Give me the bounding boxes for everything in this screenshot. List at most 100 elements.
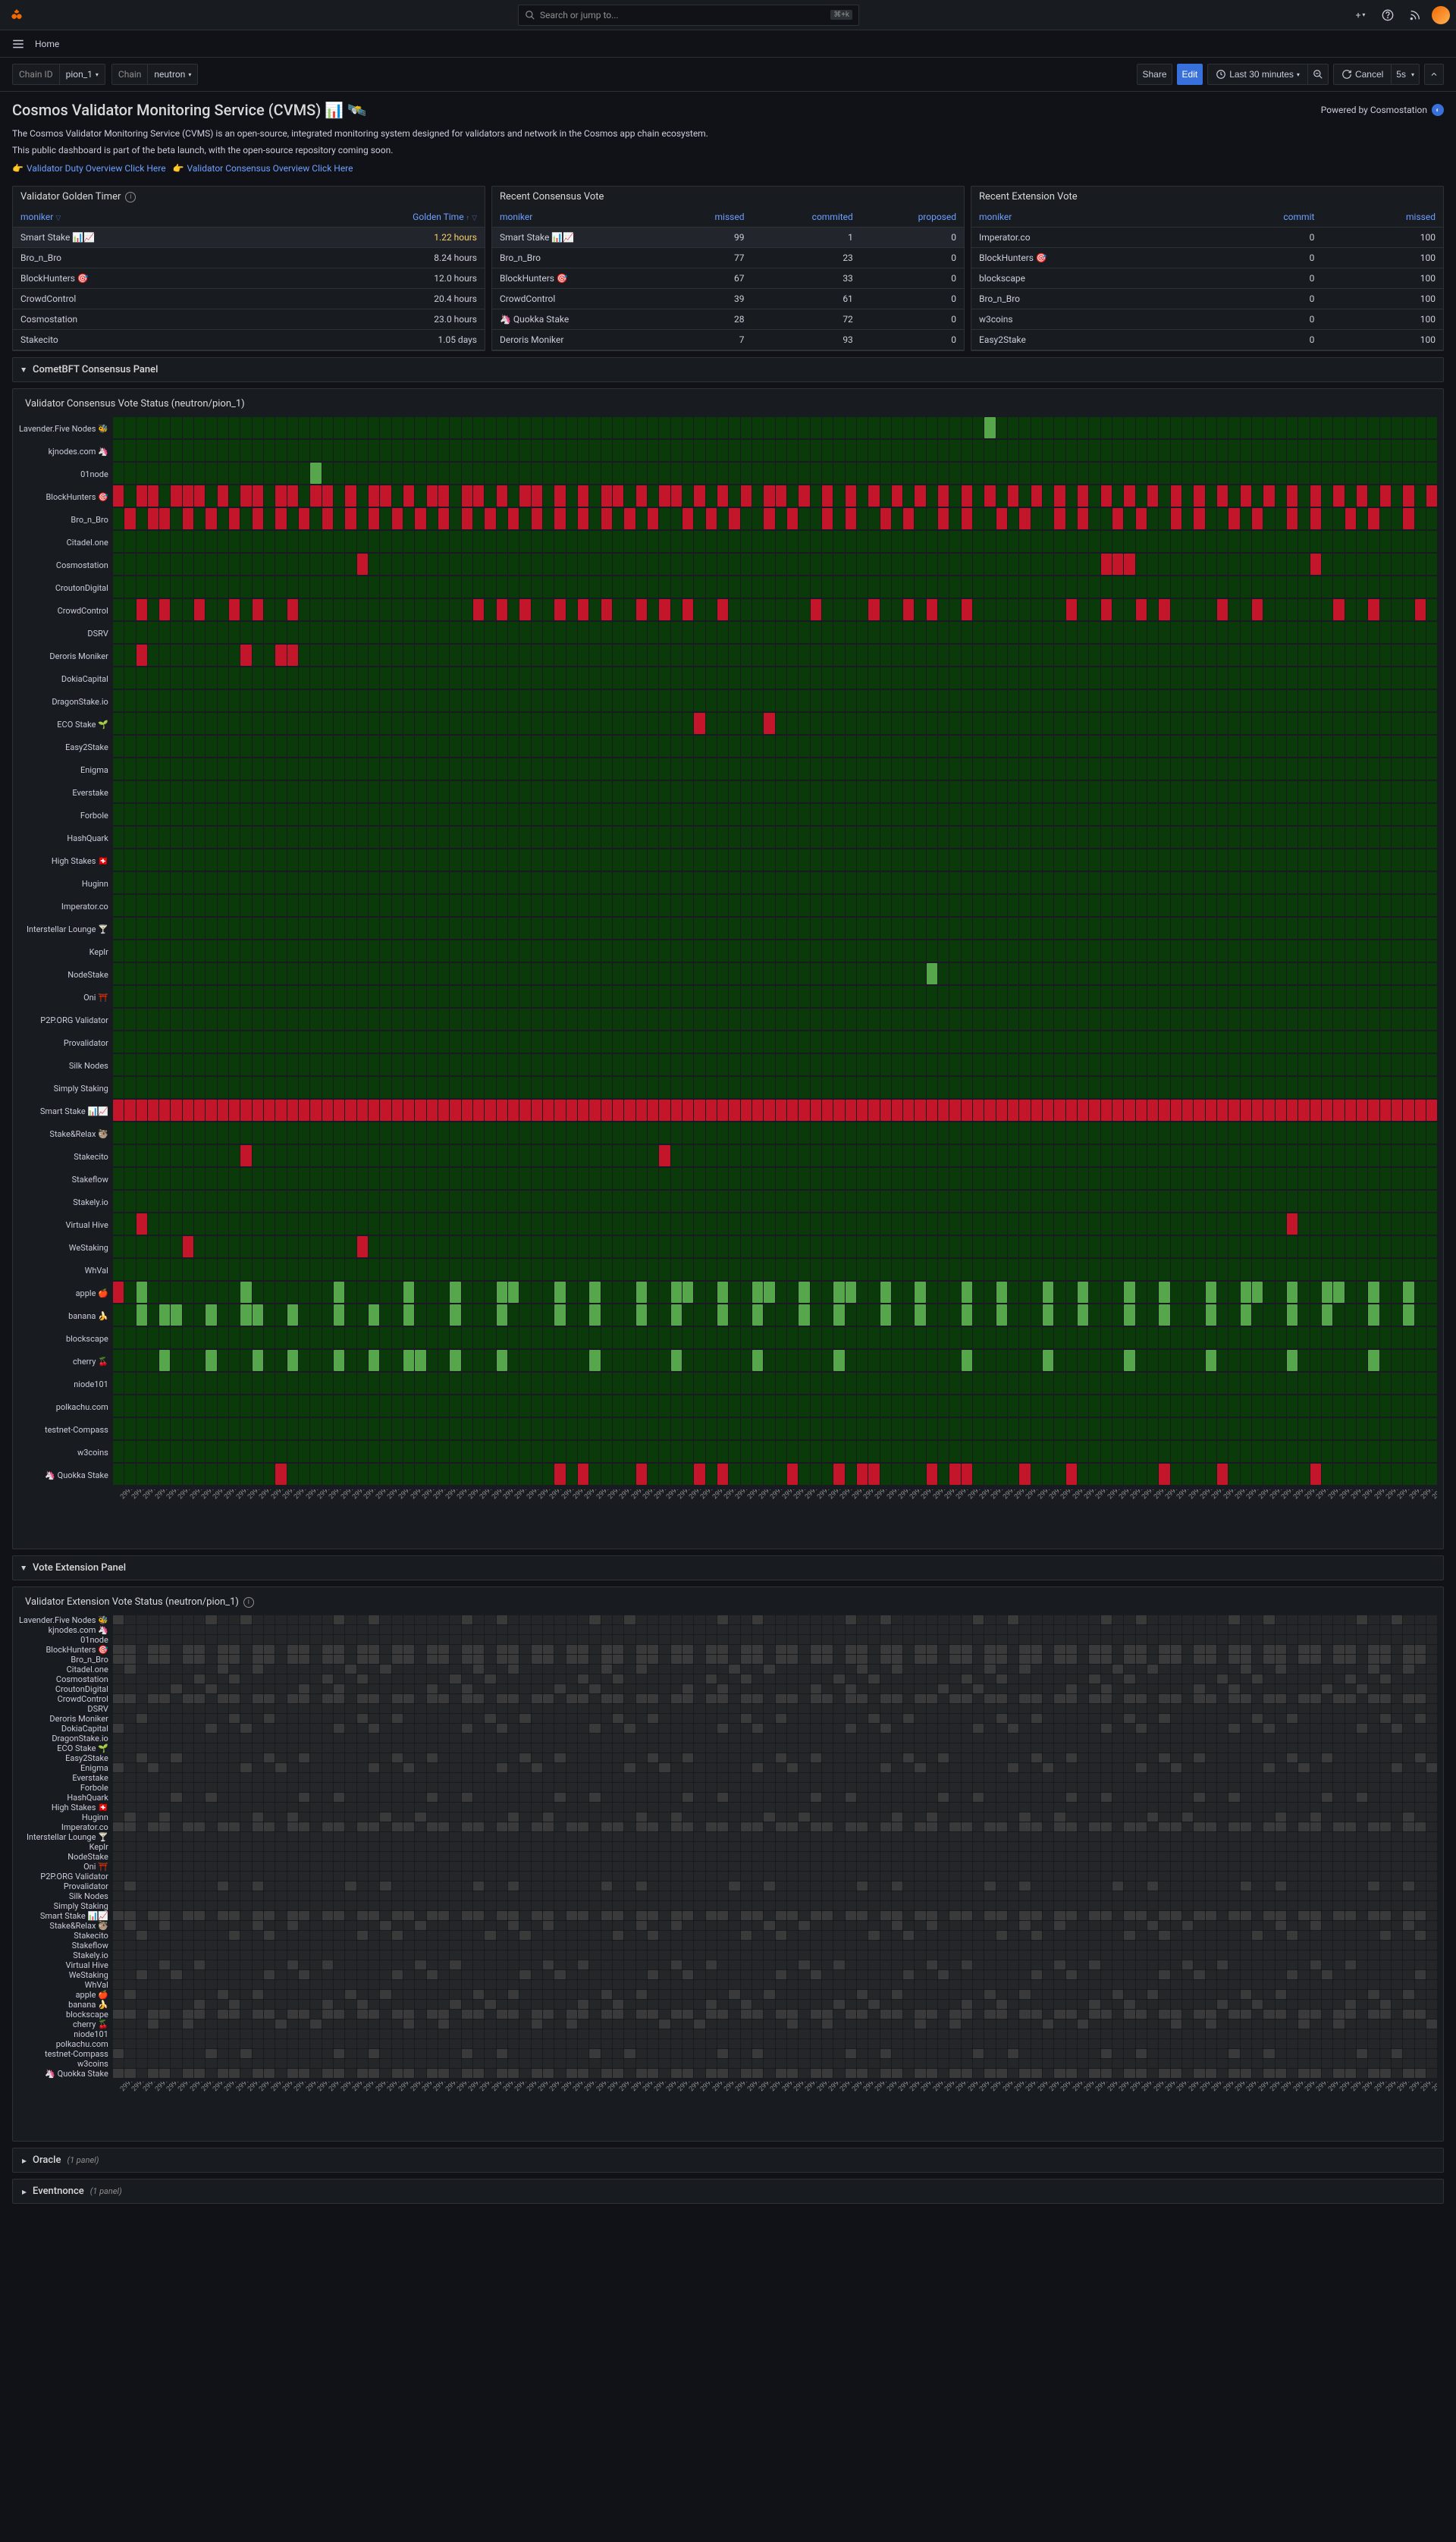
cosmostation-logo-icon: ◐ [1432, 104, 1444, 116]
heatmap-ylabel: P2P.ORG Validator [19, 1009, 113, 1031]
table-row[interactable]: Imperator.co0100 [971, 228, 1443, 248]
heatmap-ylabel: polkachu.com [19, 1395, 113, 1418]
heatmap-ylabel: Bro_n_Bro [19, 508, 113, 531]
heatmap-ylabel: High Stakes 🇨🇭 [19, 1803, 113, 1812]
table-row[interactable]: CrowdControl20.4 hours [13, 289, 485, 309]
table-row[interactable]: Bro_n_Bro0100 [971, 289, 1443, 309]
table-row[interactable]: Easy2Stake0100 [971, 330, 1443, 350]
table-row[interactable]: blockscape0100 [971, 268, 1443, 289]
search-input[interactable]: Search or jump to... ⌘+k [518, 5, 859, 26]
news-icon[interactable] [1404, 5, 1426, 26]
section-eventnonce[interactable]: ▸ Eventnonce (1 panel) [12, 2179, 1444, 2204]
heatmap-ylabel: 🦄 Quokka Stake [19, 1464, 113, 1486]
heatmap-ylabel: BlockHunters 🎯 [19, 485, 113, 508]
table-row[interactable]: Smart Stake 📊📈1.22 hours [13, 228, 485, 248]
heatmap-ylabel: NodeStake [19, 963, 113, 986]
panel-extension-vote: Recent Extension Vote moniker commit mis… [971, 186, 1444, 351]
panel-title: Recent Consensus Vote [500, 191, 604, 202]
section-vote-extension[interactable]: ▸ Vote Extension Panel [12, 1555, 1444, 1580]
heatmap-ylabel: apple 🍎 [19, 1282, 113, 1304]
heatmap-consensus: Validator Consensus Vote Status (neutron… [12, 388, 1444, 1549]
expand-button[interactable] [1424, 64, 1444, 85]
heatmap-ylabel: Provalidator [19, 1881, 113, 1891]
heatmap-ylabel: cherry 🍒 [19, 1350, 113, 1373]
table-row[interactable]: w3coins0100 [971, 309, 1443, 330]
zoom-out-button[interactable] [1307, 64, 1329, 85]
heatmap-ylabel: Smart Stake 📊📈 [19, 1911, 113, 1921]
top-nav: Search or jump to... ⌘+k +▾ [0, 0, 1456, 30]
heatmap-ylabel: P2P.ORG Validator [19, 1872, 113, 1881]
heatmap-ylabel: CroutonDigital [19, 576, 113, 599]
refresh-interval-button[interactable]: 5s▾ [1391, 64, 1420, 85]
table-row[interactable]: Bro_n_Bro77230 [492, 248, 964, 268]
table-row[interactable]: Bro_n_Bro8.24 hours [13, 248, 485, 268]
heatmap-ylabel: Virtual Hive [19, 1213, 113, 1236]
table-row[interactable]: Cosmostation23.0 hours [13, 309, 485, 330]
heatmap-ylabel: HashQuark [19, 827, 113, 849]
heatmap-ylabel: Stakeflow [19, 1941, 113, 1950]
heatmap-ylabel: DokiaCapital [19, 667, 113, 690]
var-chain-id[interactable]: Chain ID pion_1▾ [12, 64, 105, 85]
heatmap-ylabel: HashQuark [19, 1793, 113, 1803]
table-row[interactable]: 🦄 Quokka Stake28720 [492, 309, 964, 330]
chevron-right-icon: ▸ [22, 2155, 27, 2166]
add-button[interactable]: +▾ [1350, 5, 1371, 26]
heatmap-ylabel: Huginn [19, 1812, 113, 1822]
heatmap-ylabel: Enigma [19, 758, 113, 781]
golden-table: moniker▽ Golden Time↑▽ Smart Stake 📊📈1.2… [13, 207, 485, 350]
heatmap-ylabel: Oni ⛩️ [19, 986, 113, 1009]
avatar[interactable] [1432, 6, 1450, 24]
search-placeholder: Search or jump to... [540, 10, 619, 20]
heatmap-ylabel: Citadel.one [19, 531, 113, 554]
edit-button[interactable]: Edit [1177, 64, 1203, 85]
cancel-refresh-button[interactable]: Cancel [1333, 64, 1391, 85]
table-row[interactable]: BlockHunters 🎯12.0 hours [13, 268, 485, 289]
heatmap-ylabel: w3coins [19, 1441, 113, 1464]
heatmap-ylabel: WeStaking [19, 1970, 113, 1980]
section-cometbft[interactable]: ▸ CometBFT Consensus Panel [12, 357, 1444, 382]
consensus-table: moniker missed commited proposed Smart S… [492, 207, 964, 350]
search-kbd: ⌘+k [830, 10, 852, 20]
heatmap-ylabel: Stake&Relax 🦥 [19, 1921, 113, 1931]
timerange-button[interactable]: Last 30 minutes ▾ [1207, 64, 1307, 85]
heatmap-ylabel: Simply Staking [19, 1901, 113, 1911]
heatmap-ylabel: Provalidator [19, 1031, 113, 1054]
heatmap-ylabel: DokiaCapital [19, 1724, 113, 1734]
heatmap-ylabel: Stakely.io [19, 1191, 113, 1213]
heatmap-ylabel: CrowdControl [19, 599, 113, 622]
heatmap-ylabel: DSRV [19, 622, 113, 645]
heatmap-ylabel: 01node [19, 1635, 113, 1645]
heatmap-ylabel: Stakecito [19, 1931, 113, 1941]
menu-toggle-icon[interactable] [9, 35, 27, 53]
table-row[interactable]: BlockHunters 🎯0100 [971, 248, 1443, 268]
heatmap-ylabel: Forbole [19, 804, 113, 827]
share-button[interactable]: Share [1137, 64, 1172, 85]
heatmap-ylabel: DragonStake.io [19, 1734, 113, 1743]
link-consensus[interactable]: Validator Consensus Overview Click Here [187, 163, 353, 174]
table-row[interactable]: Deroris Moniker7930 [492, 330, 964, 350]
panel-title: Validator Golden Timer [20, 191, 121, 202]
heatmap-ylabel: Stake&Relax 🦥 [19, 1122, 113, 1145]
info-icon[interactable]: i [125, 192, 136, 202]
table-row[interactable]: Smart Stake 📊📈9910 [492, 228, 964, 248]
table-row[interactable]: Stakecito1.05 days [13, 330, 485, 350]
heatmap-ylabel: CrowdControl [19, 1694, 113, 1704]
table-row[interactable]: BlockHunters 🎯67330 [492, 268, 964, 289]
info-icon[interactable]: i [243, 1597, 254, 1608]
breadcrumb-home[interactable]: Home [35, 39, 59, 49]
panel-golden-timer: Validator Golden Timer i moniker▽ Golden … [12, 186, 485, 351]
var-chain[interactable]: Chain neutron▾ [111, 64, 198, 85]
heatmap-ylabel: kjnodes.com 🦄 [19, 1625, 113, 1635]
heatmap-ylabel: niode101 [19, 2029, 113, 2039]
table-row[interactable]: CrowdControl39610 [492, 289, 964, 309]
link-duty[interactable]: Validator Duty Overview Click Here [27, 163, 166, 174]
heatmap-ylabel: w3coins [19, 2059, 113, 2069]
extension-table: moniker commit missed Imperator.co0100Bl… [971, 207, 1443, 350]
grafana-logo[interactable] [6, 5, 27, 26]
help-icon[interactable] [1377, 5, 1398, 26]
section-oracle[interactable]: ▸ Oracle (1 panel) [12, 2148, 1444, 2173]
heatmap-ylabel: blockscape [19, 1327, 113, 1350]
heatmap-ylabel: WhVal [19, 1980, 113, 1990]
powered-by: Powered by Cosmostation ◐ [1321, 104, 1444, 116]
heatmap-ylabel: Imperator.co [19, 1822, 113, 1832]
